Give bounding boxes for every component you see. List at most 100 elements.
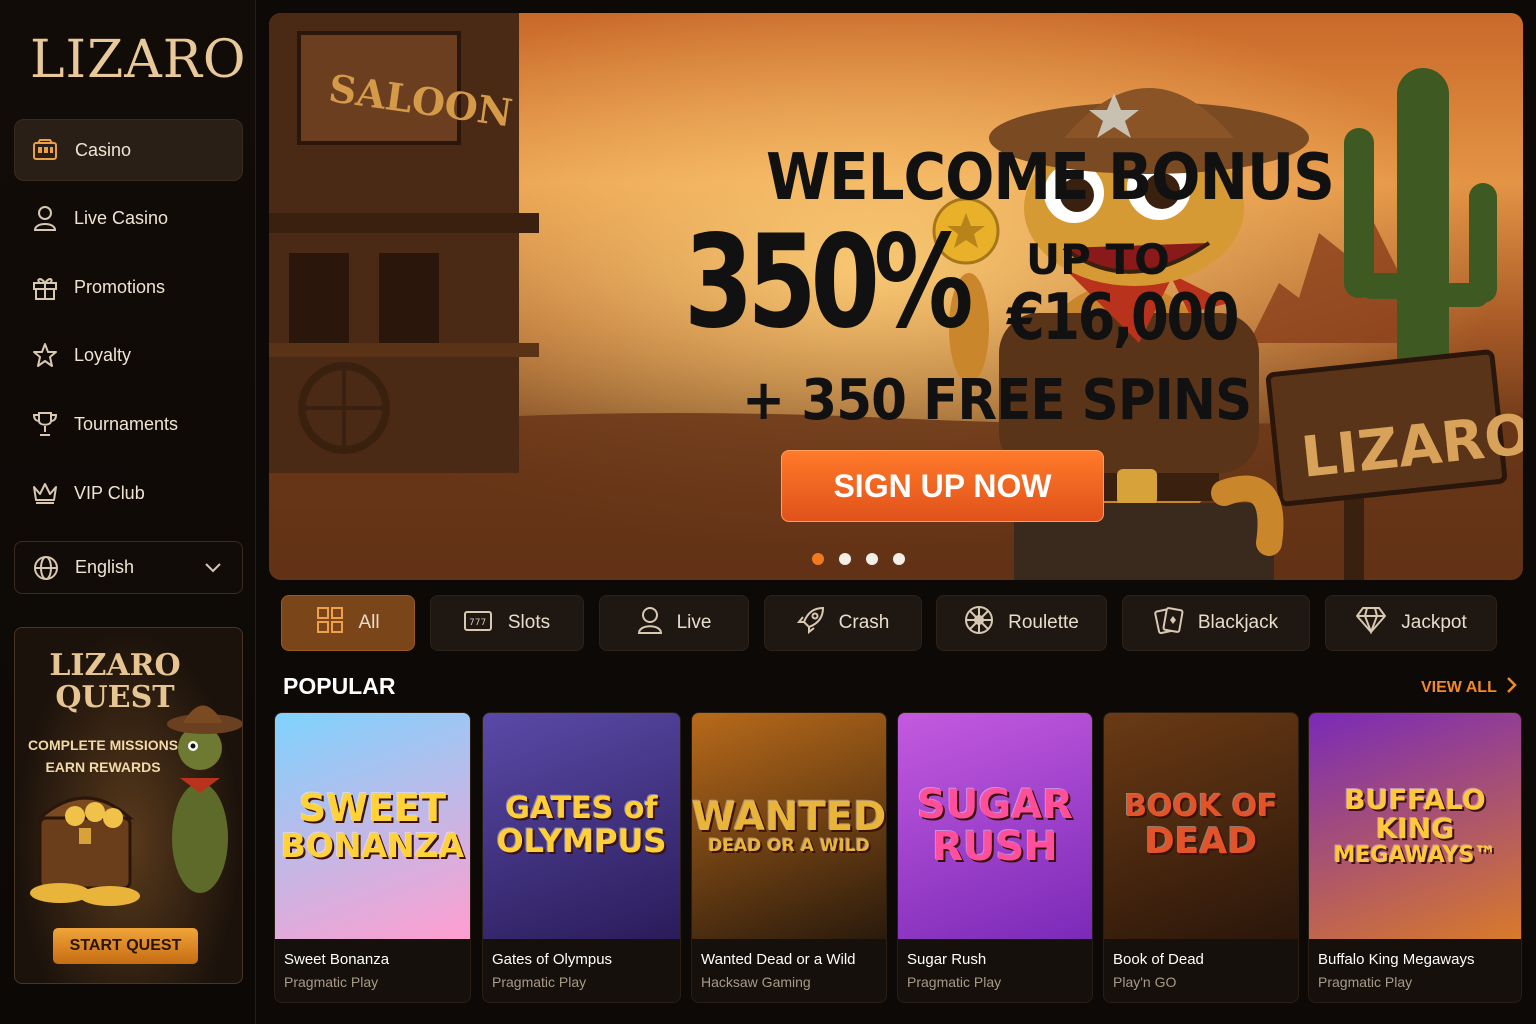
tab-blackjack[interactable]: Blackjack	[1122, 595, 1310, 651]
tab-label: Live	[676, 612, 712, 633]
game-name: Book of Dead	[1113, 951, 1204, 968]
game-provider: Play'n GO	[1113, 974, 1177, 990]
game-card-book-of-dead[interactable]: BOOK OF DEAD Book of Dead Play'n GO	[1103, 712, 1299, 1003]
game-art-title: WANTED	[691, 794, 887, 841]
game-name: Sugar Rush	[907, 951, 987, 968]
game-art-title: GATES of	[505, 791, 658, 827]
game-provider: Hacksaw Gaming	[701, 974, 811, 990]
carousel-dot[interactable]	[839, 553, 851, 565]
carousel-dot[interactable]	[812, 553, 824, 565]
game-art-title: OLYMPUS	[496, 821, 667, 860]
tab-all[interactable]: All	[281, 595, 415, 651]
saloon-building: SALOON	[269, 13, 539, 473]
hero-free-spins: + 350 FREE SPINS	[742, 368, 1252, 433]
quest-subtitle-line: EARN REWARDS	[45, 759, 161, 775]
game-name: Sweet Bonanza	[284, 951, 390, 968]
carousel-dot[interactable]	[893, 553, 905, 565]
sidebar-item-label: Tournaments	[74, 413, 179, 434]
game-art-title: DEAD	[1144, 820, 1258, 862]
carousel-dot[interactable]	[866, 553, 878, 565]
quest-subtitle-line: COMPLETE MISSIONS	[27, 737, 179, 753]
hero-percent: 350%	[684, 208, 974, 357]
star-icon	[32, 342, 58, 368]
slot-machine-icon	[33, 137, 59, 163]
sidebar-item-tournaments[interactable]: Tournaments	[14, 393, 243, 455]
grid-icon	[316, 606, 344, 640]
roulette-icon	[964, 605, 994, 641]
game-card-sugar-rush[interactable]: SUGAR RUSH Sugar Rush Pragmatic Play	[897, 712, 1093, 1003]
language-selector[interactable]: English	[14, 541, 243, 594]
language-label: English	[75, 557, 135, 577]
game-name: Gates of Olympus	[492, 951, 613, 968]
game-provider: Pragmatic Play	[907, 974, 1002, 990]
game-thumbnail: WANTED DEAD OR A WILD	[692, 713, 886, 939]
cards-icon	[1154, 606, 1184, 640]
trophy-icon	[32, 411, 58, 437]
hero-amount: €16,000	[1007, 281, 1239, 355]
game-thumbnail: SWEET BONANZA	[275, 713, 470, 939]
game-art-title: BONANZA	[280, 825, 465, 865]
tab-label: Slots	[507, 612, 551, 633]
hero-banner[interactable]: SALOON LIZARO WELCOME BONUS 350% UP TO €…	[269, 13, 1523, 580]
game-thumbnail: BUFFALO KING MEGAWAYS™	[1309, 713, 1521, 939]
quest-promo-card[interactable]: LIZARO QUEST COMPLETE MISSIONS EARN REWA…	[14, 627, 243, 984]
hero-up-to: UP TO	[1026, 235, 1170, 284]
slot-machine-icon: 777	[463, 608, 494, 638]
game-card-wanted-dead-or-a-wild[interactable]: WANTED DEAD OR A WILD Wanted Dead or a Wi…	[691, 712, 887, 1003]
game-card-buffalo-king-megaways[interactable]: BUFFALO KING MEGAWAYS™ Buffalo King Megaw…	[1308, 712, 1522, 1003]
sidebar-item-vip-club[interactable]: VIP Club	[14, 462, 243, 524]
game-card-gates-of-olympus[interactable]: GATES of OLYMPUS Gates of Olympus Pragmat…	[482, 712, 681, 1003]
sidebar-item-label: Promotions	[74, 276, 166, 297]
game-thumbnail: BOOK OF DEAD	[1104, 713, 1298, 939]
game-provider: Pragmatic Play	[1318, 974, 1413, 990]
app: LIZARO Casino Live Casino Promotions Loy…	[0, 0, 1536, 1024]
sidebar-item-label: Live Casino	[74, 207, 169, 228]
svg-text:777: 777	[469, 618, 486, 628]
quest-title: LIZARO QUEST	[35, 650, 195, 714]
tab-label: Roulette	[1008, 612, 1079, 633]
game-provider: Pragmatic Play	[284, 974, 379, 990]
tab-roulette[interactable]: Roulette	[936, 595, 1107, 651]
game-thumbnail: GATES of OLYMPUS	[483, 713, 680, 939]
sidebar-item-promotions[interactable]: Promotions	[14, 256, 243, 318]
game-name: Wanted Dead or a Wild	[701, 951, 856, 968]
user-icon	[32, 205, 58, 231]
tab-crash[interactable]: Crash	[764, 595, 922, 651]
tab-label: All	[358, 612, 380, 633]
sidebar-item-live-casino[interactable]: Live Casino	[14, 187, 243, 249]
quest-title-line: LIZARO	[49, 648, 181, 683]
game-art-title: MEGAWAYS™	[1333, 842, 1497, 868]
sidebar-item-loyalty[interactable]: Loyalty	[14, 324, 243, 386]
globe-icon	[33, 555, 59, 581]
tab-slots[interactable]: 777 Slots	[430, 595, 584, 651]
tab-live[interactable]: Live	[599, 595, 749, 651]
game-art-title: SUGAR	[917, 782, 1073, 828]
game-art-title: DEAD OR A WILD	[708, 836, 870, 857]
view-all-link[interactable]: VIEW ALL	[1421, 676, 1517, 699]
game-art-title: RUSH	[932, 824, 1058, 870]
user-icon	[637, 606, 663, 640]
sidebar-item-label: Loyalty	[74, 344, 132, 365]
sidebar-item-label: VIP Club	[74, 482, 145, 503]
game-provider: Pragmatic Play	[492, 974, 587, 990]
sidebar: LIZARO Casino Live Casino Promotions Loy…	[0, 0, 256, 1024]
quest-title-line: QUEST	[55, 680, 175, 715]
crown-icon	[32, 480, 58, 506]
view-all-label: VIEW ALL	[1421, 678, 1497, 696]
sidebar-item-label: Casino	[75, 139, 132, 160]
tab-jackpot[interactable]: Jackpot	[1325, 595, 1497, 651]
tab-label: Crash	[838, 612, 890, 633]
game-card-sweet-bonanza[interactable]: SWEET BONANZA Sweet Bonanza Pragmatic Pla…	[274, 712, 471, 1003]
diamond-icon	[1355, 606, 1387, 640]
hero-headline: WELCOME BONUS	[766, 139, 1335, 215]
brand-logo[interactable]: LIZARO	[30, 30, 247, 90]
sign-up-button[interactable]: SIGN UP NOW	[781, 450, 1104, 522]
start-quest-button[interactable]: START QUEST	[53, 928, 198, 964]
sidebar-item-casino[interactable]: Casino	[14, 119, 243, 181]
chevron-right-icon	[1505, 676, 1517, 699]
chevron-down-icon	[204, 557, 222, 582]
game-art-title: SWEET	[298, 785, 447, 830]
game-name: Buffalo King Megaways	[1318, 951, 1475, 968]
game-art-title: BOOK OF	[1124, 789, 1278, 825]
tab-label: Blackjack	[1197, 612, 1279, 633]
